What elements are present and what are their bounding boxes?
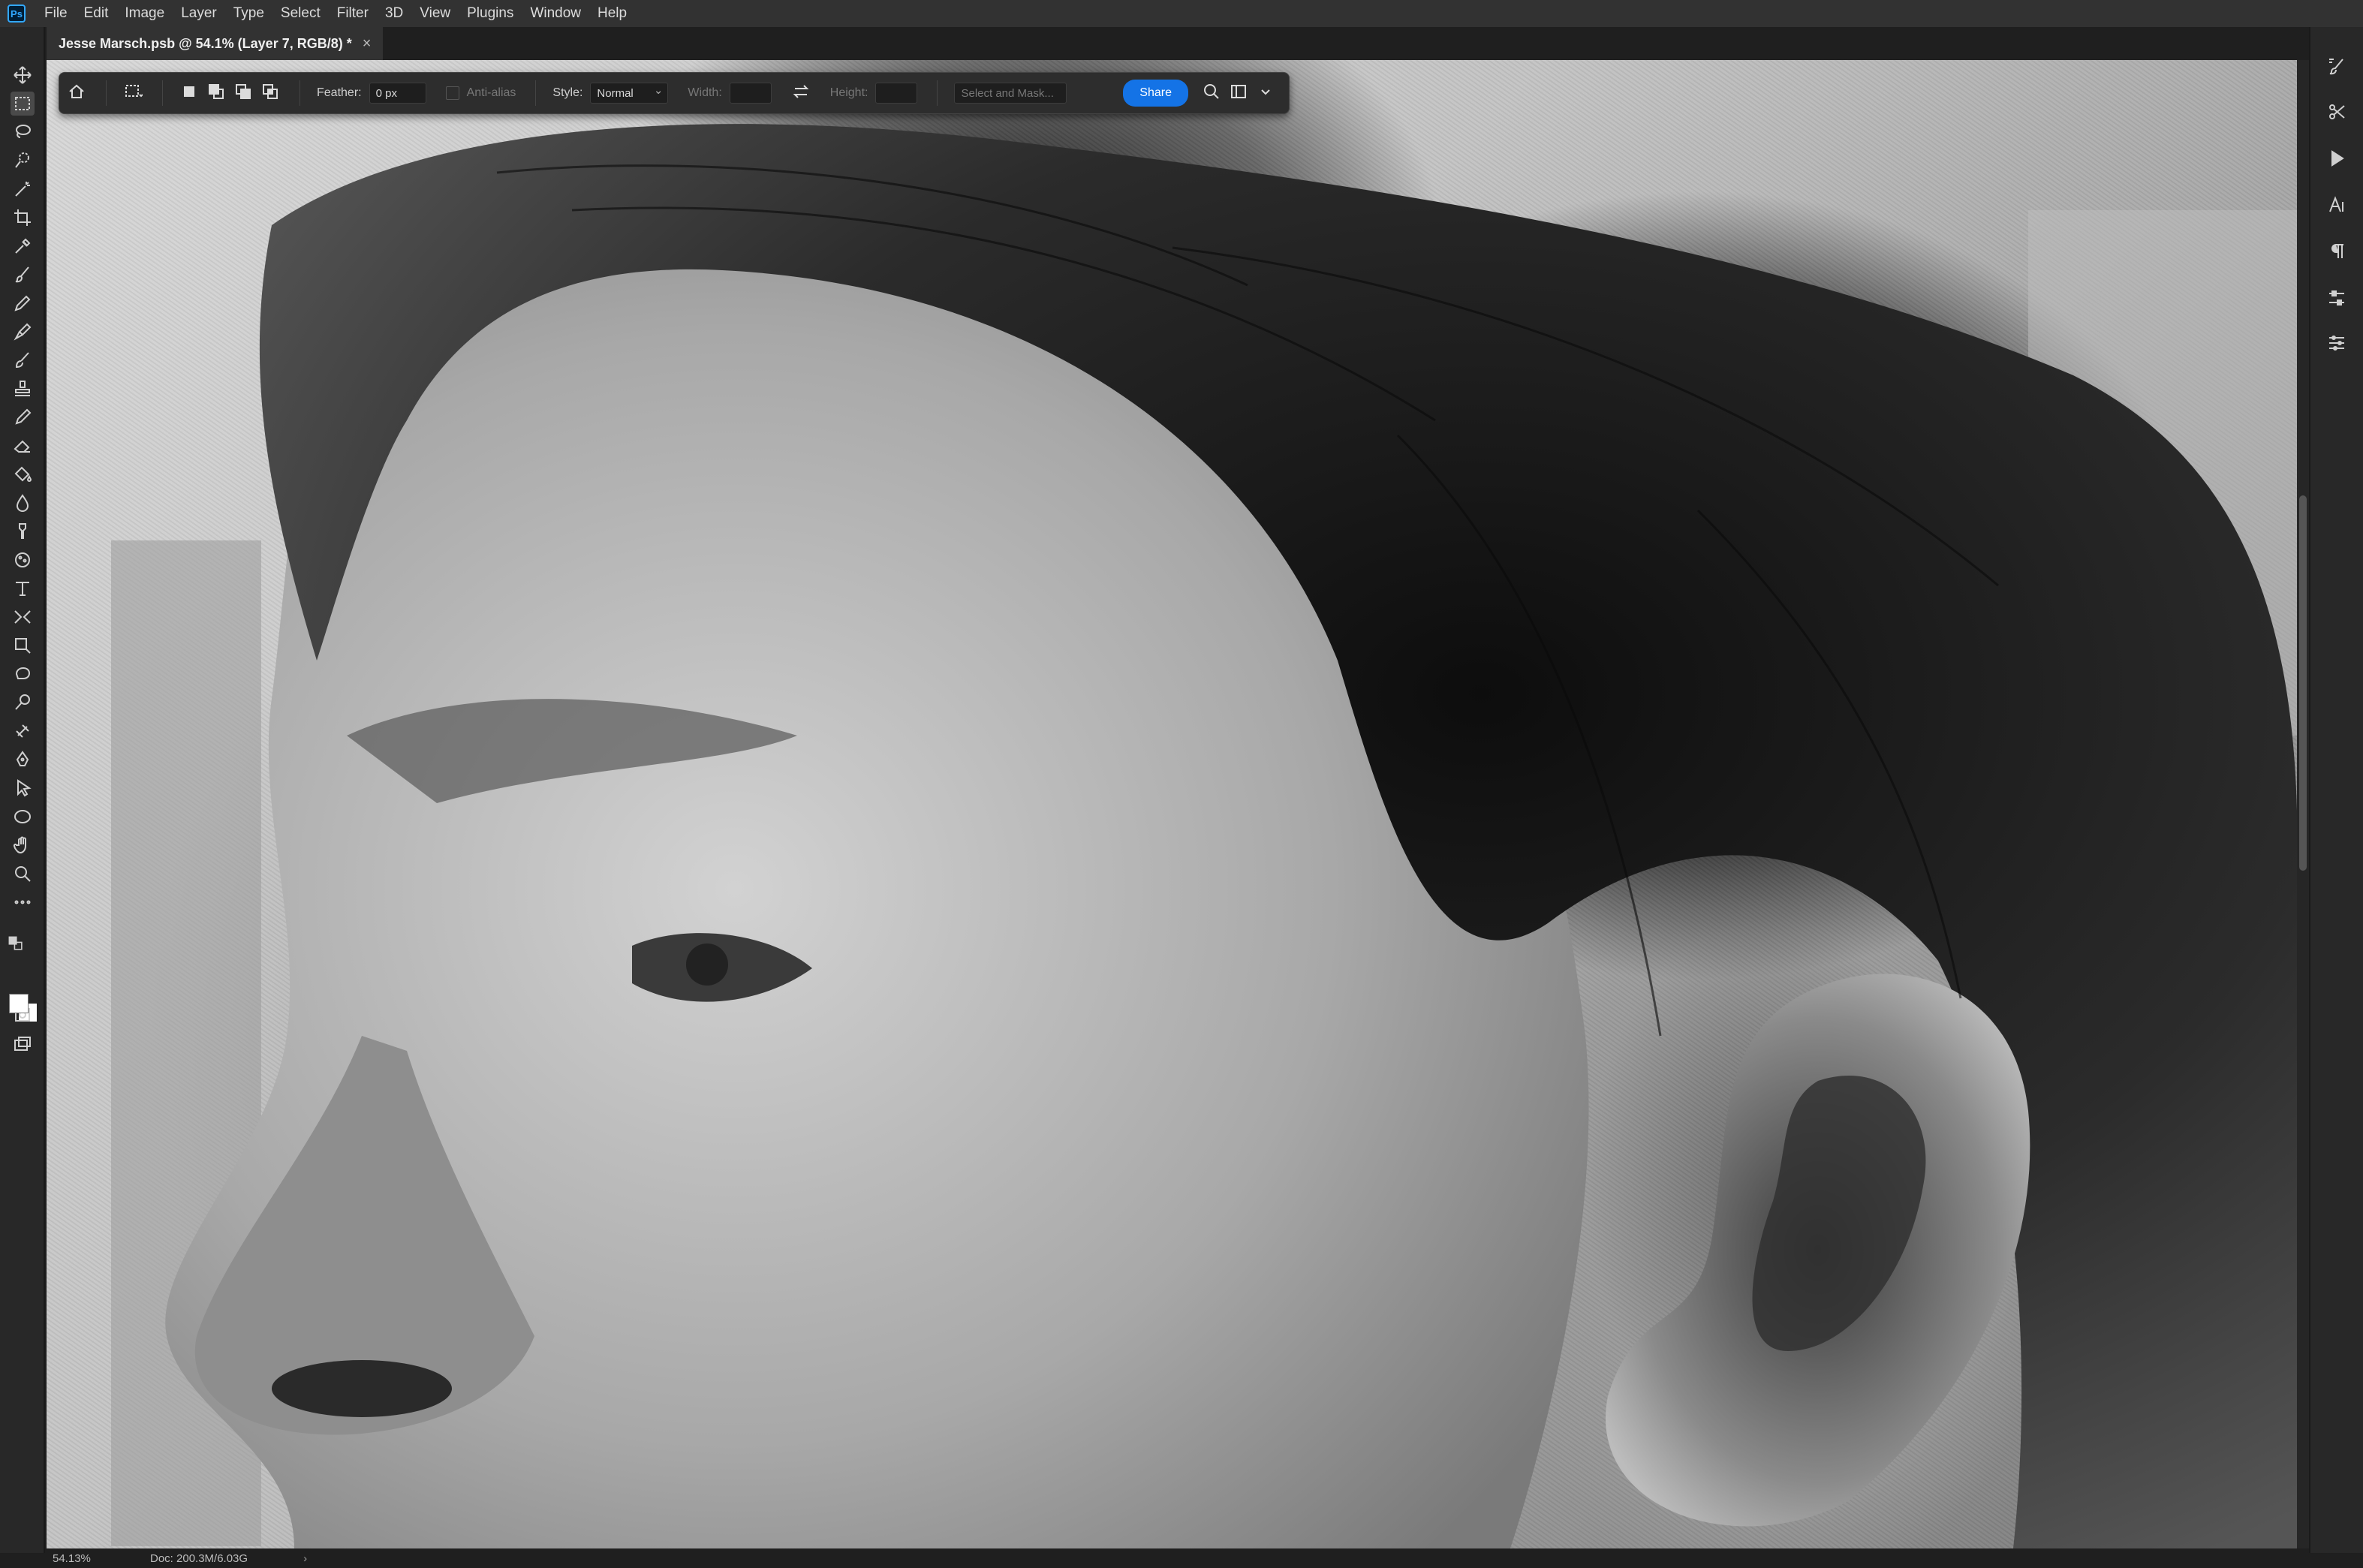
home-icon[interactable] (67, 82, 86, 105)
history-brush-tool-icon[interactable] (11, 348, 35, 372)
screen-mode-icon[interactable] (11, 1033, 35, 1057)
marquee-tool-icon[interactable] (11, 92, 35, 116)
right-panel-dock (2309, 27, 2363, 1553)
height-label: Height: (829, 86, 868, 99)
nostril (272, 1360, 452, 1417)
add-to-selection-icon[interactable] (206, 82, 226, 105)
ellipse-tool-icon[interactable] (11, 805, 35, 829)
sponge-tool-icon[interactable] (11, 548, 35, 572)
style-label: Style: (552, 86, 583, 99)
zoom-level[interactable]: 54.13% (53, 1552, 143, 1565)
menu-plugins[interactable]: Plugins (459, 0, 522, 27)
dodge-tool-icon[interactable] (11, 691, 35, 715)
zoom-tool-icon[interactable] (11, 862, 35, 886)
lasso-tool-icon[interactable] (11, 120, 35, 144)
portrait-artwork (111, 124, 2297, 1548)
feather-input[interactable]: 0 px (369, 83, 426, 104)
crop-tool-icon[interactable] (11, 206, 35, 230)
menu-help[interactable]: Help (589, 0, 635, 27)
tools-panel (0, 27, 45, 1553)
separator (162, 80, 163, 106)
more-tools-icon[interactable] (11, 890, 35, 914)
brush-settings-icon[interactable] (2324, 54, 2349, 80)
width-label: Width: (688, 86, 722, 99)
menu-layer[interactable]: Layer (173, 0, 225, 27)
mixer-brush-tool-icon[interactable] (11, 320, 35, 344)
stamp-tool-icon[interactable] (11, 377, 35, 401)
puppet-warp-tool-icon[interactable] (11, 605, 35, 629)
pencil-tool-icon[interactable] (11, 291, 35, 315)
menu-select[interactable]: Select (272, 0, 329, 27)
width-input[interactable] (729, 83, 772, 104)
antialias-checkbox[interactable] (445, 86, 459, 100)
pattern-stamp-tool-icon[interactable] (11, 405, 35, 429)
chevron-down-icon[interactable] (1256, 82, 1275, 105)
move-tool-icon[interactable] (11, 63, 35, 87)
magic-wand-tool-icon[interactable] (11, 177, 35, 201)
menu-window[interactable]: Window (522, 0, 589, 27)
height-input[interactable] (875, 83, 918, 104)
photoshop-logo-icon[interactable]: Ps (8, 5, 26, 23)
new-selection-icon[interactable] (179, 82, 199, 105)
hand-tool-icon[interactable] (11, 833, 35, 857)
menu-file[interactable]: File (36, 0, 76, 27)
menu-edit[interactable]: Edit (76, 0, 117, 27)
style-select[interactable]: Normal (590, 80, 669, 104)
share-button[interactable]: Share (1123, 80, 1188, 107)
eyedropper-tool-icon[interactable] (11, 234, 35, 258)
search-icon[interactable] (1202, 82, 1221, 105)
status-menu-arrow-icon[interactable]: › (303, 1552, 307, 1565)
iris (686, 944, 728, 986)
document-size: Doc: 200.3M/6.03G (150, 1551, 248, 1565)
separator (106, 80, 107, 106)
feather-label: Feather: (317, 86, 362, 99)
brush-tool-icon[interactable] (11, 263, 35, 287)
character-panel-icon[interactable] (2324, 192, 2349, 218)
menu-type[interactable]: Type (225, 0, 272, 27)
antialias-label: Anti-alias (466, 86, 516, 99)
vertical-scrollbar[interactable] (2297, 60, 2309, 1548)
menu-bar: Ps File Edit Image Layer Type Select Fil… (0, 0, 2363, 27)
close-tab-icon[interactable]: × (363, 35, 372, 53)
type-tool-icon[interactable] (11, 576, 35, 600)
document-tab[interactable]: Jesse Marsch.psb @ 54.1% (Layer 7, RGB/8… (47, 27, 384, 60)
document-tab-title: Jesse Marsch.psb @ 54.1% (Layer 7, RGB/8… (59, 35, 352, 51)
options-bar: Feather: 0 px Anti-alias Style: Normal W… (59, 72, 1290, 114)
menu-image[interactable]: Image (116, 0, 173, 27)
healing-tool-icon[interactable] (11, 719, 35, 743)
path-select-tool-icon[interactable] (11, 776, 35, 800)
adjustments-panel-icon[interactable] (2324, 330, 2349, 356)
vertical-scroll-thumb[interactable] (2299, 495, 2307, 871)
workspace-icon[interactable] (1229, 82, 1248, 105)
document-canvas[interactable] (47, 60, 2297, 1548)
separator (535, 80, 537, 106)
swap-dimensions-icon[interactable] (791, 82, 811, 105)
eraser-tool-icon[interactable] (11, 434, 35, 458)
menu-view[interactable]: View (411, 0, 459, 27)
blur-tool-icon[interactable] (11, 491, 35, 515)
separator (937, 80, 938, 106)
actions-play-icon[interactable] (2324, 146, 2349, 171)
subtract-from-selection-icon[interactable] (233, 82, 253, 105)
select-and-mask-button[interactable]: Select and Mask... (954, 83, 1067, 104)
marquee-preset-icon[interactable] (123, 82, 143, 105)
status-bar: 54.13% Doc: 200.3M/6.03G › (47, 1548, 2306, 1568)
pen-tool-icon[interactable] (11, 748, 35, 772)
menu-3d[interactable]: 3D (377, 0, 411, 27)
properties-panel-icon[interactable] (2324, 285, 2349, 311)
foreground-color-swatch[interactable] (9, 994, 29, 1013)
paint-bucket-tool-icon[interactable] (11, 462, 35, 486)
quick-select-tool-icon[interactable] (11, 149, 35, 173)
document-tab-bar: Jesse Marsch.psb @ 54.1% (Layer 7, RGB/8… (47, 27, 2306, 60)
transform-tool-icon[interactable] (11, 634, 35, 658)
blob-tool-icon[interactable] (11, 662, 35, 686)
menu-filter[interactable]: Filter (329, 0, 377, 27)
clone-source-icon[interactable] (2324, 99, 2349, 125)
smudge-tool-icon[interactable] (11, 519, 35, 543)
default-colors-icon[interactable] (8, 935, 24, 952)
intersect-selection-icon[interactable] (260, 82, 280, 105)
paragraph-panel-icon[interactable] (2324, 239, 2349, 264)
